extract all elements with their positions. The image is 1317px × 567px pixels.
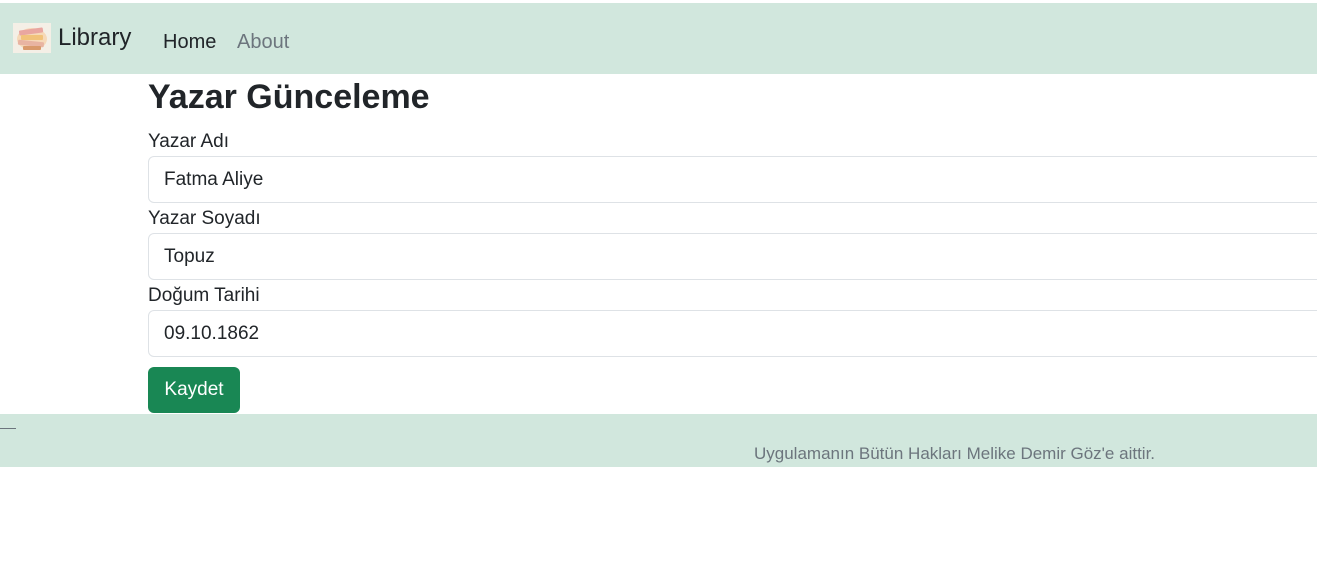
footer: Uygulamanın Bütün Hakları Melike Demir G… (0, 414, 1317, 467)
footer-divider (0, 428, 16, 429)
brand-text: Library (58, 24, 132, 51)
last-name-label: Yazar Soyadı (148, 208, 261, 229)
book-stack-icon (13, 23, 51, 53)
navbar: Library Home About (0, 3, 1317, 74)
last-name-input[interactable] (148, 233, 1317, 280)
save-button[interactable]: Kaydet (148, 367, 240, 413)
nav-link-home[interactable]: Home (163, 30, 216, 54)
first-name-label: Yazar Adı (148, 131, 229, 152)
birth-date-input[interactable] (148, 310, 1317, 357)
first-name-input[interactable] (148, 156, 1317, 203)
nav-link-about[interactable]: About (237, 30, 289, 54)
brand-link[interactable]: Library (13, 21, 131, 55)
page-title: Yazar Günceleme (148, 78, 430, 116)
footer-copyright: Uygulamanın Bütün Hakları Melike Demir G… (754, 444, 1156, 463)
birth-date-label: Doğum Tarihi (148, 285, 260, 306)
page: Library Home About Yazar Günceleme Yazar… (0, 0, 1317, 567)
